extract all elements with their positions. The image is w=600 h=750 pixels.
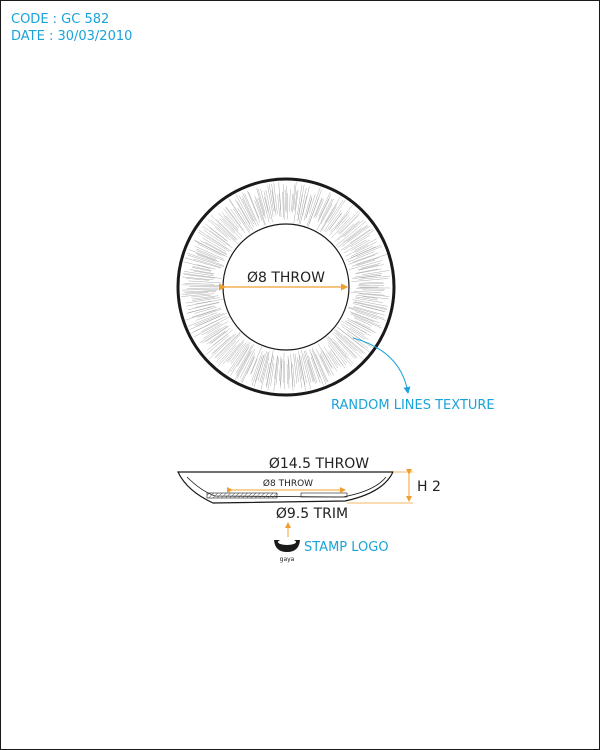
outer-diameter-label: Ø14.5 THROW: [269, 456, 369, 472]
section-hatch: [206, 492, 278, 499]
inner-diameter-label: Ø8 THROW: [247, 270, 325, 286]
logo-wordmark: gaya: [280, 556, 295, 563]
technical-drawing: Ø8 THROW RANDOM LINES TEXTURE Ø14.5 THRO…: [176, 177, 495, 563]
plate-top-view: Ø8 THROW RANDOM LINES TEXTURE: [176, 177, 495, 413]
trim-diameter-label: Ø9.5 TRIM: [276, 506, 348, 522]
texture-note: RANDOM LINES TEXTURE: [331, 398, 495, 413]
height-label: H 2: [417, 479, 441, 495]
plate-side-view: Ø14.5 THROW Ø8 THROW H 2 Ø9.5 TRIM gaya …: [177, 456, 441, 563]
side-inner-diameter-label: Ø8 THROW: [263, 478, 313, 489]
stamp-logo-icon: gaya: [274, 539, 300, 563]
stamp-note: STAMP LOGO: [304, 540, 389, 555]
drawing-sheet: CODE : GC 582 DATE : 30/03/2010 Ø8 THROW…: [0, 0, 600, 750]
